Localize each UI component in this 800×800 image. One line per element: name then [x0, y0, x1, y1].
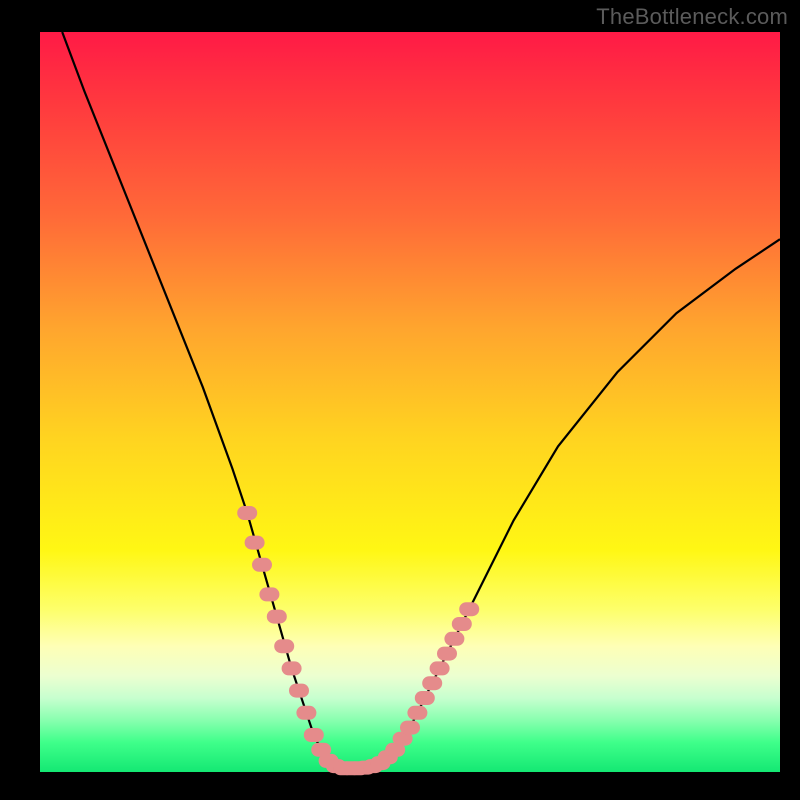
curve-marker — [459, 602, 479, 616]
curve-marker — [437, 647, 457, 661]
watermark-label: TheBottleneck.com — [596, 4, 788, 30]
curve-marker — [452, 617, 472, 631]
curve-marker — [430, 661, 450, 675]
plot-area — [40, 32, 780, 772]
curve-marker — [245, 536, 265, 550]
curve-marker — [422, 676, 442, 690]
curve-marker — [296, 706, 316, 720]
curve-marker — [274, 639, 294, 653]
curve-marker — [282, 661, 302, 675]
curve-marker — [259, 587, 279, 601]
curve-marker — [407, 706, 427, 720]
curve-markers — [237, 506, 479, 775]
bottleneck-curve — [62, 32, 780, 768]
curve-marker — [400, 721, 420, 735]
curve-marker — [444, 632, 464, 646]
curve-svg — [40, 32, 780, 772]
chart-frame: TheBottleneck.com — [0, 0, 800, 800]
curve-marker — [267, 610, 287, 624]
curve-marker — [289, 684, 309, 698]
curve-marker — [415, 691, 435, 705]
curve-marker — [252, 558, 272, 572]
curve-marker — [304, 728, 324, 742]
curve-marker — [237, 506, 257, 520]
